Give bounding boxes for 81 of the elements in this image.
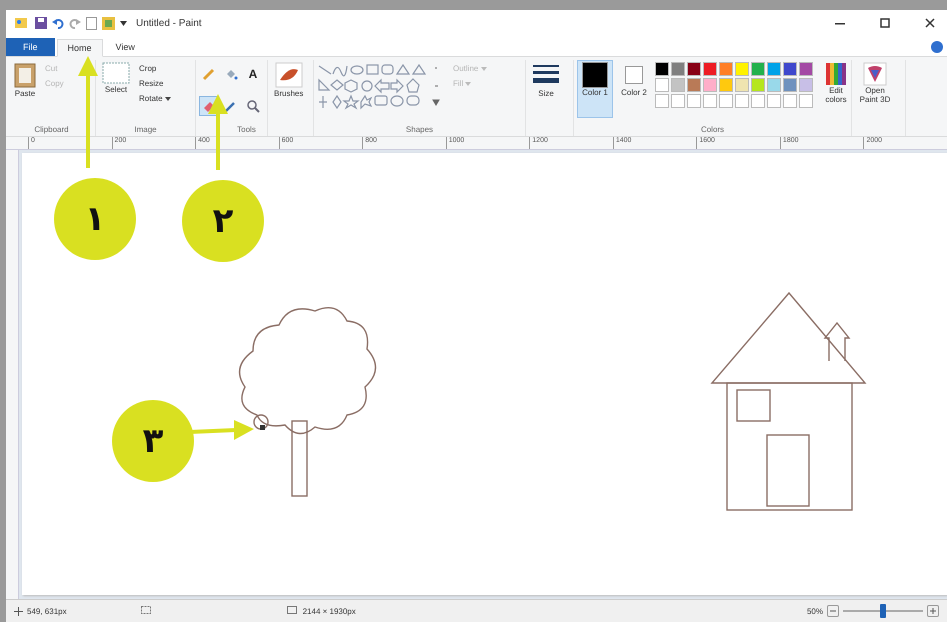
maximize-icon[interactable] (880, 18, 890, 28)
close-icon[interactable] (925, 18, 935, 28)
color-spectrum-icon (825, 62, 847, 86)
palette-swatch[interactable] (783, 78, 797, 92)
paint-app-icon (14, 16, 30, 30)
group-label: Colors (700, 125, 726, 136)
help-icon[interactable] (931, 41, 943, 53)
palette-swatch[interactable] (799, 78, 813, 92)
color-2-button[interactable]: Color 2 (616, 60, 652, 118)
empty-swatch[interactable] (687, 94, 701, 108)
palette-swatch[interactable] (703, 62, 717, 76)
brushes-button[interactable]: Brushes (271, 60, 306, 100)
empty-swatch[interactable] (655, 94, 669, 108)
image-file-icon[interactable] (102, 16, 115, 30)
select-button[interactable]: Select (99, 60, 133, 96)
crop-button[interactable]: Crop (136, 62, 174, 75)
group-label: Shapes (404, 125, 434, 136)
drawing-canvas[interactable] (22, 153, 947, 595)
selection-rectangle-icon (102, 62, 130, 84)
cursor-position-icon (14, 606, 23, 616)
edit-colors-button[interactable]: Edit colors (816, 60, 856, 107)
palette-swatch[interactable] (767, 78, 781, 92)
palette-swatch[interactable] (799, 62, 813, 76)
palette-swatch[interactable] (735, 78, 749, 92)
palette-swatch[interactable] (735, 62, 749, 76)
callout-arrow (190, 420, 254, 440)
empty-swatch[interactable] (767, 94, 781, 108)
palette-swatch[interactable] (687, 62, 701, 76)
color-1-button[interactable]: Color 1 (577, 60, 613, 118)
palette-swatch[interactable] (655, 78, 669, 92)
window-title: Untitled - Paint (136, 18, 202, 28)
paste-button[interactable]: Paste (11, 60, 39, 100)
rotate-button[interactable]: Rotate (136, 92, 174, 105)
palette-swatch[interactable] (671, 62, 685, 76)
palette-swatch[interactable] (751, 78, 765, 92)
palette-swatch[interactable] (767, 62, 781, 76)
new-page-icon[interactable] (86, 16, 97, 30)
paint-3d-icon (863, 62, 887, 86)
empty-swatch[interactable] (783, 94, 797, 108)
zoom-out-button[interactable] (827, 605, 839, 617)
text-tool[interactable]: A (243, 64, 263, 84)
group-label: Image (133, 125, 158, 136)
brush-icon (274, 62, 303, 88)
caret-icon (465, 82, 472, 86)
empty-swatch[interactable] (735, 94, 749, 108)
empty-swatch[interactable] (799, 94, 813, 108)
ribbon-tab[interactable]: Home (56, 39, 103, 57)
empty-swatch[interactable] (703, 94, 717, 108)
undo-icon[interactable] (52, 17, 64, 29)
palette-swatch[interactable] (655, 62, 669, 76)
palette-swatch[interactable] (783, 62, 797, 76)
palette-swatch[interactable] (751, 62, 765, 76)
group-label: Tools (236, 125, 257, 136)
zoom-level: 50% (806, 606, 823, 616)
empty-swatch[interactable] (751, 94, 765, 108)
open-paint-3d-button[interactable]: Open Paint 3D (855, 60, 895, 107)
ribbon-tab[interactable]: View (104, 38, 146, 56)
dropdown-caret-icon[interactable] (120, 20, 127, 26)
group-label: Clipboard (33, 125, 70, 136)
caret-icon (164, 97, 171, 101)
empty-swatch[interactable] (671, 94, 685, 108)
clipboard-icon (14, 62, 36, 88)
size-button[interactable]: Size (529, 60, 563, 100)
save-icon[interactable] (35, 17, 47, 29)
canvas-size-icon (286, 606, 299, 616)
selection-size-icon (140, 606, 153, 616)
palette-swatch[interactable] (687, 78, 701, 92)
palette-swatch[interactable] (719, 78, 733, 92)
palette-swatch[interactable] (719, 62, 733, 76)
palette-swatch[interactable] (703, 78, 717, 92)
zoom-slider-thumb[interactable] (880, 604, 886, 618)
palette-swatch[interactable] (671, 78, 685, 92)
plus-icon (929, 607, 937, 615)
caret-icon (480, 67, 487, 71)
zoom-in-button[interactable] (927, 605, 939, 617)
cursor-position: 549, 631px (27, 606, 67, 616)
canvas-size: 2144 × 1930px (302, 606, 356, 616)
empty-swatch[interactable] (719, 94, 733, 108)
redo-icon[interactable] (69, 17, 81, 29)
ribbon-tab[interactable]: File (6, 38, 55, 56)
resize-button[interactable]: Resize (136, 77, 174, 90)
